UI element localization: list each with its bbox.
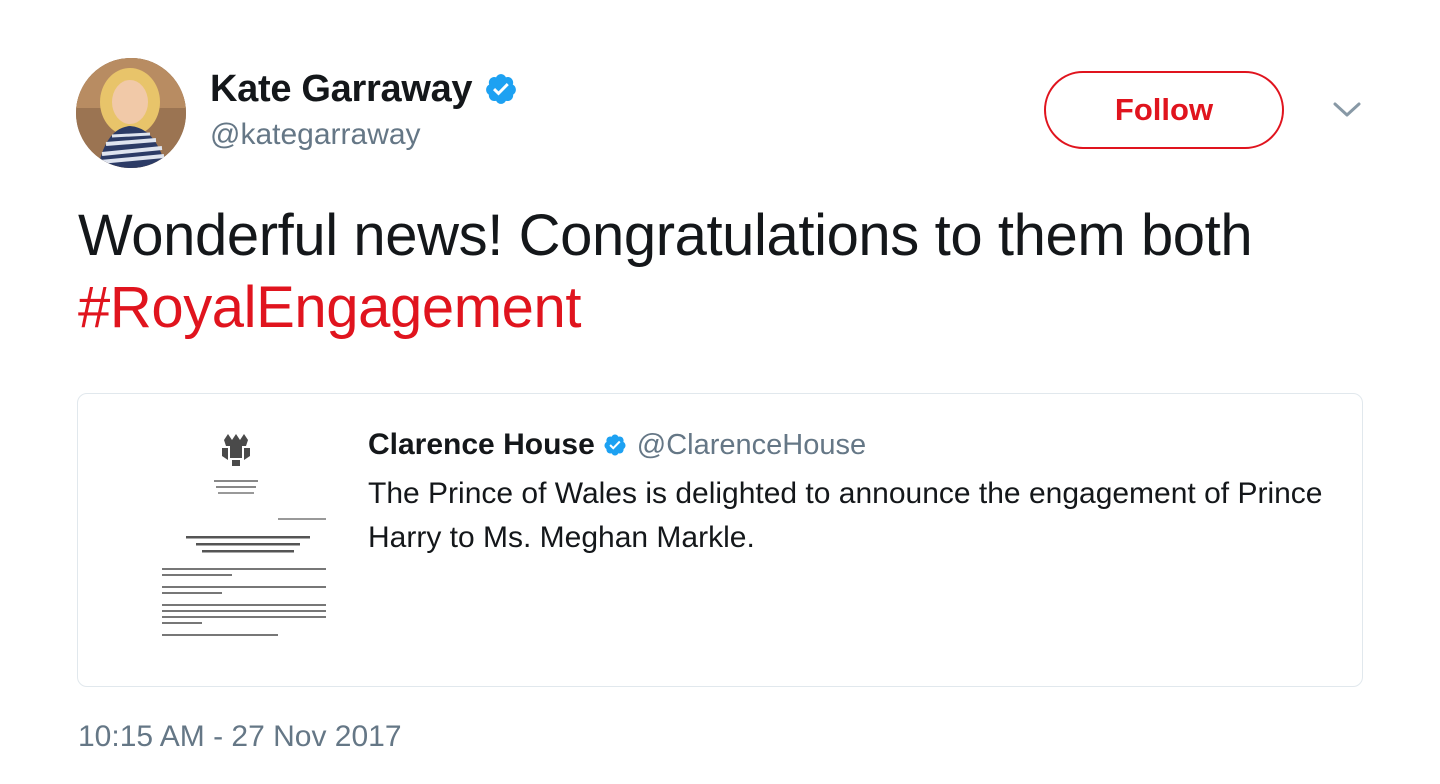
- author-avatar[interactable]: [76, 58, 186, 168]
- quoted-display-name[interactable]: Clarence House: [368, 428, 595, 462]
- quoted-tweet[interactable]: Clarence House @ClarenceHouse The Prince…: [77, 393, 1363, 687]
- tweet-card: Kate Garraway @kategarraway Follow Wonde…: [0, 0, 1440, 784]
- quoted-handle[interactable]: @ClarenceHouse: [637, 429, 866, 462]
- author-name-row: Kate Garraway: [210, 66, 518, 112]
- tweet-text: Wonderful news! Congratulations to them …: [78, 200, 1368, 344]
- tweet-timestamp[interactable]: 10:15 AM - 27 Nov 2017: [78, 720, 402, 754]
- author-block: Kate Garraway @kategarraway: [210, 66, 518, 152]
- author-display-name[interactable]: Kate Garraway: [210, 68, 473, 111]
- author-handle[interactable]: @kategarraway: [210, 118, 518, 152]
- quoted-tweet-text: The Prince of Wales is delighted to anno…: [368, 477, 1323, 554]
- royal-crest-icon: [110, 414, 362, 666]
- follow-button[interactable]: Follow: [1044, 71, 1284, 149]
- chevron-down-icon[interactable]: [1330, 98, 1364, 122]
- verified-badge-icon: [484, 72, 518, 106]
- hashtag-link[interactable]: #RoyalEngagement: [78, 275, 581, 340]
- verified-badge-icon: [603, 433, 627, 457]
- quoted-tweet-header: Clarence House @ClarenceHouse: [368, 426, 1328, 464]
- quoted-tweet-image[interactable]: [110, 414, 362, 666]
- tweet-body-text: Wonderful news! Congratulations to them …: [78, 203, 1253, 268]
- quoted-tweet-content: Clarence House @ClarenceHouse The Prince…: [368, 426, 1328, 560]
